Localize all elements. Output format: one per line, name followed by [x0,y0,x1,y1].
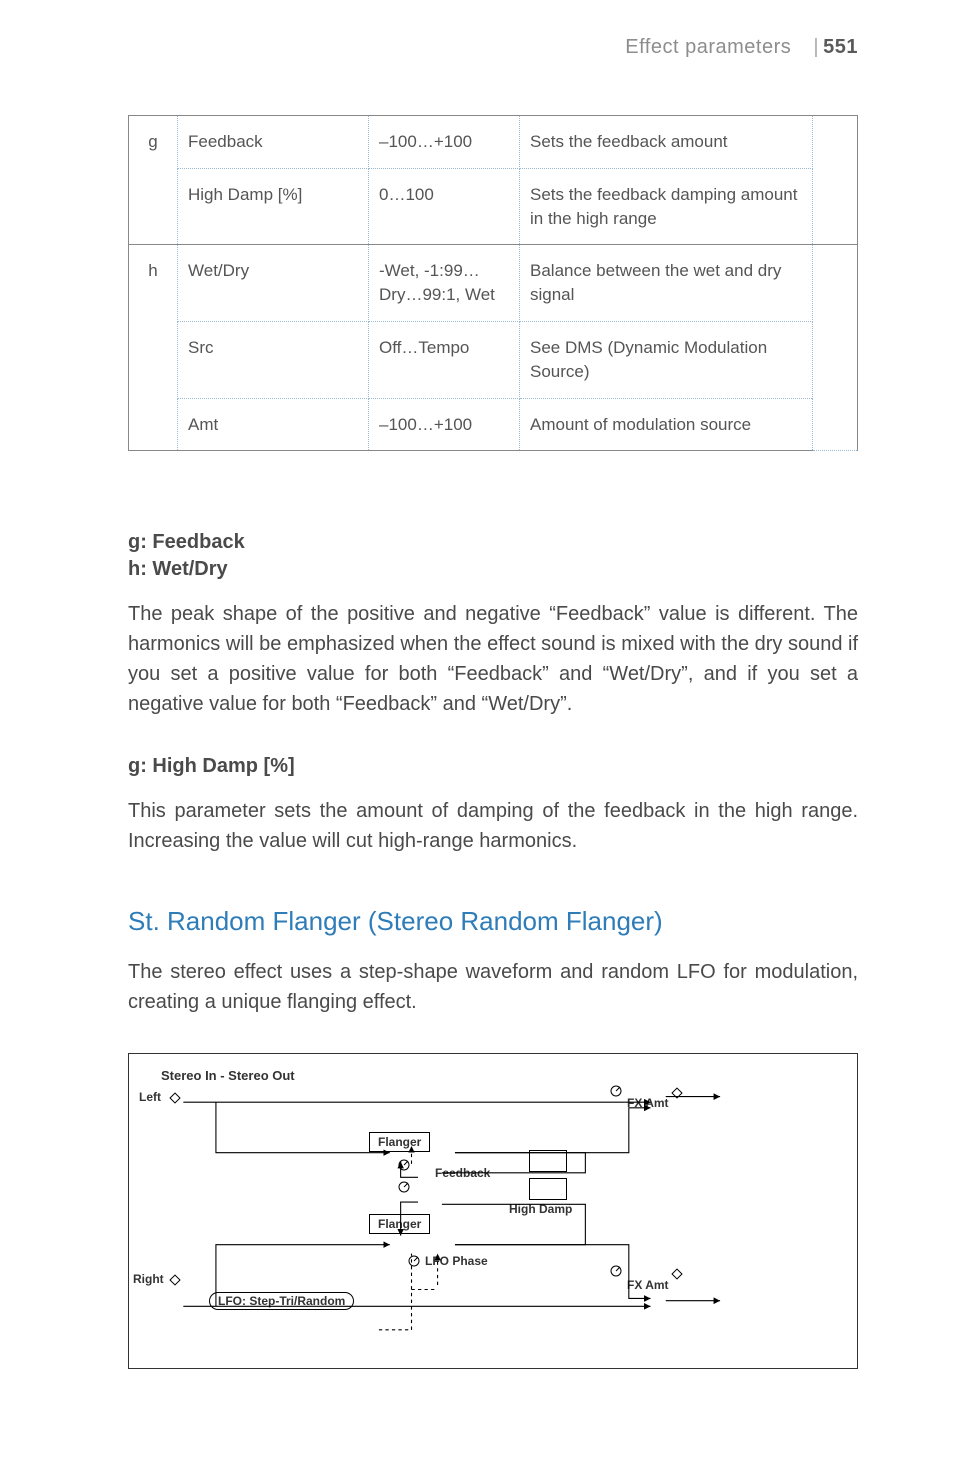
parameter-table: gFeedback–100…+100Sets the feedback amou… [128,115,858,451]
param-name: Amt [178,398,369,451]
heading-g-feedback: g: Feedback [128,531,858,554]
param-range: –100…+100 [369,398,520,451]
row-marker: h [129,245,178,451]
table-row: gFeedback–100…+100Sets the feedback amou… [129,116,858,169]
page: Effect parameters |551 gFeedback–100…+10… [0,0,954,1465]
separator: | [813,36,819,58]
table-row: High Damp [%]0…100Sets the feedback damp… [129,168,858,245]
param-name: Feedback [178,116,369,169]
node-right-in-icon [169,1275,180,1286]
label-right: Right [133,1272,164,1286]
param-range: Off…Tempo [369,321,520,398]
block-flanger-bot: Flanger [369,1214,430,1234]
paragraph-feedback-wetdry: The peak shape of the positive and negat… [128,599,858,719]
param-range: -Wet, -1:99…Dry…99:1, Wet [369,245,520,322]
row-end [813,245,858,451]
label-lfophase: LFO Phase [425,1254,488,1268]
section-title: St. Random Flanger (Stereo Random Flange… [128,906,858,937]
page-number: 551 [823,36,858,58]
label-left: Left [139,1090,161,1104]
param-desc: Balance between the wet and dry signal [520,245,813,322]
param-desc: Sets the feedback damping amount in the … [520,168,813,245]
param-name: Wet/Dry [178,245,369,322]
label-highdamp: High Damp [509,1202,572,1216]
row-marker: g [129,116,178,245]
section-desc: The stereo effect uses a step-shape wave… [128,957,858,1017]
block-highdamp-bot-icon [529,1178,567,1200]
table-row: hWet/Dry-Wet, -1:99…Dry…99:1, WetBalance… [129,245,858,322]
knob-feedback-top-icon [397,1158,411,1172]
table-row: SrcOff…TempoSee DMS (Dynamic Modulation … [129,321,858,398]
paragraph-highdamp: This parameter sets the amount of dampin… [128,796,858,856]
section-name: Effect parameters [625,36,791,58]
knob-fxamt-bot-icon [609,1264,623,1278]
param-range: 0…100 [369,168,520,245]
node-left-out-icon [671,1088,682,1099]
heading-h-wetdry: h: Wet/Dry [128,558,858,581]
label-feedback: Feedback [435,1166,490,1180]
knob-lfophase-icon [407,1254,421,1268]
diagram-lines-icon [129,1054,857,1368]
row-end [813,116,858,245]
knob-fxamt-top-icon [609,1084,623,1098]
heading-g-highdamp: g: High Damp [%] [128,755,858,778]
param-name: Src [178,321,369,398]
knob-feedback-bot-icon [397,1180,411,1194]
signal-flow-diagram: Stereo In - Stereo Out Left Flanger Feed… [128,1053,858,1369]
block-lfo: LFO: Step-Tri/Random [209,1292,354,1310]
node-left-in-icon [169,1093,180,1104]
label-fxamt-top: FX Amt [627,1096,669,1110]
block-highdamp-top-icon [529,1150,567,1172]
running-head: Effect parameters |551 [128,36,858,59]
param-desc: Amount of modulation source [520,398,813,451]
param-desc: Sets the feedback amount [520,116,813,169]
node-right-out-icon [671,1269,682,1280]
label-fxamt-bot: FX Amt [627,1278,669,1292]
param-name: High Damp [%] [178,168,369,245]
param-desc: See DMS (Dynamic Modulation Source) [520,321,813,398]
param-notes-heading: g: Feedback h: Wet/Dry [128,531,858,581]
param-range: –100…+100 [369,116,520,169]
diagram-title: Stereo In - Stereo Out [161,1068,829,1083]
table-row: Amt–100…+100Amount of modulation source [129,398,858,451]
block-flanger-top: Flanger [369,1132,430,1152]
